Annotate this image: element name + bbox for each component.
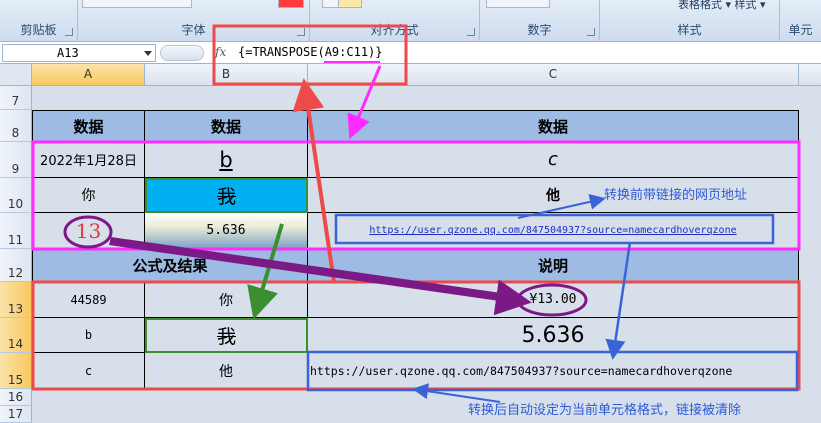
cell-a10[interactable]: 你	[32, 178, 145, 213]
column-header-a[interactable]: A	[32, 64, 145, 86]
cell-c8[interactable]: 数据	[308, 110, 799, 142]
ribbon: 剪贴板 字体 对齐方式 数字 表格格式 ▾ 样式 ▾ 样式 单元	[0, 0, 821, 42]
cell-b13[interactable]: 你	[145, 282, 308, 318]
formula-bar: A13 fx {=TRANSPOSE(A9:C11)}	[0, 42, 821, 64]
cell-a14[interactable]: b	[32, 318, 145, 353]
format-as-table-label: 表格格式	[678, 0, 722, 11]
cell-b15[interactable]: 他	[145, 353, 308, 389]
formula-bar-splitter[interactable]	[160, 45, 204, 61]
row-number: 7	[11, 94, 20, 108]
row-header-11[interactable]: 11	[0, 213, 32, 249]
row-number: 14	[7, 337, 24, 351]
row-number: 17	[7, 407, 24, 421]
dialog-launcher-icon[interactable]	[467, 28, 475, 36]
row-number: 10	[7, 197, 24, 211]
dialog-launcher-icon[interactable]	[587, 28, 595, 36]
select-all-corner[interactable]	[0, 64, 32, 86]
cell-c12[interactable]: 说明	[308, 249, 799, 282]
formula-input[interactable]: {=TRANSPOSE(A9:C11)}	[238, 45, 383, 59]
ribbon-group-label: 字体	[181, 23, 206, 37]
row-header-16[interactable]: 16	[0, 389, 32, 406]
number-format-dropdown[interactable]	[486, 0, 550, 8]
row-header-13[interactable]: 13	[0, 282, 32, 318]
row-number: 11	[7, 233, 24, 247]
cell-c15[interactable]: https://user.qzone.qq.com/847504937?sour…	[308, 353, 799, 389]
cell-b8[interactable]: 数据	[145, 110, 308, 142]
dialog-launcher-icon[interactable]	[65, 28, 73, 36]
row-number: 12	[7, 266, 24, 280]
row-header-17[interactable]: 17	[0, 406, 32, 423]
row-number: 13	[7, 302, 24, 316]
format-as-table-button[interactable]: 表格格式 ▾ 样式 ▾	[678, 0, 766, 12]
ribbon-group-label: 单元	[788, 23, 813, 37]
row-header-10[interactable]: 10	[0, 178, 32, 213]
cell-style-label: 样式	[734, 0, 757, 11]
row-header-15[interactable]: 15	[0, 353, 32, 389]
fx-icon[interactable]: fx	[215, 45, 226, 59]
cell-c9[interactable]: c	[308, 142, 799, 178]
cell-b9[interactable]: b	[145, 142, 308, 178]
cell-a9[interactable]: 2022年1月28日	[32, 142, 145, 178]
column-header-d[interactable]	[799, 64, 821, 86]
chevron-down-icon[interactable]	[144, 51, 152, 56]
row-header-9[interactable]: 9	[0, 142, 32, 178]
cell-a15[interactable]: c	[32, 353, 145, 389]
dialog-launcher-icon[interactable]	[297, 28, 305, 36]
cell-c14[interactable]: 5.636	[308, 318, 799, 353]
column-header-b[interactable]: B	[145, 64, 308, 86]
annotation-before-conversion: 转换前带链接的网页地址	[604, 188, 748, 203]
cell-a11[interactable]: 13	[32, 213, 145, 249]
row-number: 9	[11, 162, 20, 176]
ribbon-group-label: 数字	[527, 23, 552, 37]
row-header-7[interactable]: 7	[0, 86, 32, 110]
row-header-12[interactable]: 12	[0, 249, 32, 282]
cell-a8[interactable]: 数据	[32, 110, 145, 142]
cell-b10[interactable]: 我	[145, 178, 308, 213]
ribbon-group-cells: 单元	[780, 0, 821, 42]
ribbon-group-clipboard: 剪贴板	[0, 0, 78, 42]
column-header-c[interactable]: C	[308, 64, 799, 86]
wrap-text-button[interactable]	[338, 0, 362, 8]
cell-b11[interactable]: 5.636	[145, 213, 308, 249]
ribbon-group-label: 样式	[677, 23, 702, 37]
row-number: 8	[11, 126, 20, 140]
cell-c13[interactable]: ¥13.00	[308, 282, 799, 318]
font-color-button[interactable]	[278, 0, 304, 8]
ribbon-group-label: 对齐方式	[370, 23, 419, 37]
row-header-14[interactable]: 14	[0, 318, 32, 353]
ribbon-group-font: 字体	[78, 0, 344, 42]
row-number: 16	[7, 390, 24, 404]
row-number: 15	[7, 373, 24, 387]
cell-c11-link[interactable]: https://user.qzone.qq.com/847504937?sour…	[308, 213, 799, 249]
row-header-8[interactable]: 8	[0, 110, 32, 142]
ribbon-group-styles: 表格格式 ▾ 样式 ▾ 样式	[600, 0, 780, 42]
annotation-after-conversion: 转换后自动设定为当前单元格格式，链接被清除	[468, 403, 742, 418]
cell-b14[interactable]: 我	[145, 318, 308, 353]
font-name-dropdown[interactable]	[82, 0, 192, 8]
ribbon-group-alignment: 对齐方式	[310, 0, 480, 42]
cell-a13[interactable]: 44589	[32, 282, 145, 318]
name-box[interactable]: A13	[2, 44, 156, 62]
ribbon-group-number: 数字	[480, 0, 600, 42]
name-box-value: A13	[57, 46, 79, 60]
cell-a12-b12-merged[interactable]: 公式及结果	[32, 249, 308, 282]
